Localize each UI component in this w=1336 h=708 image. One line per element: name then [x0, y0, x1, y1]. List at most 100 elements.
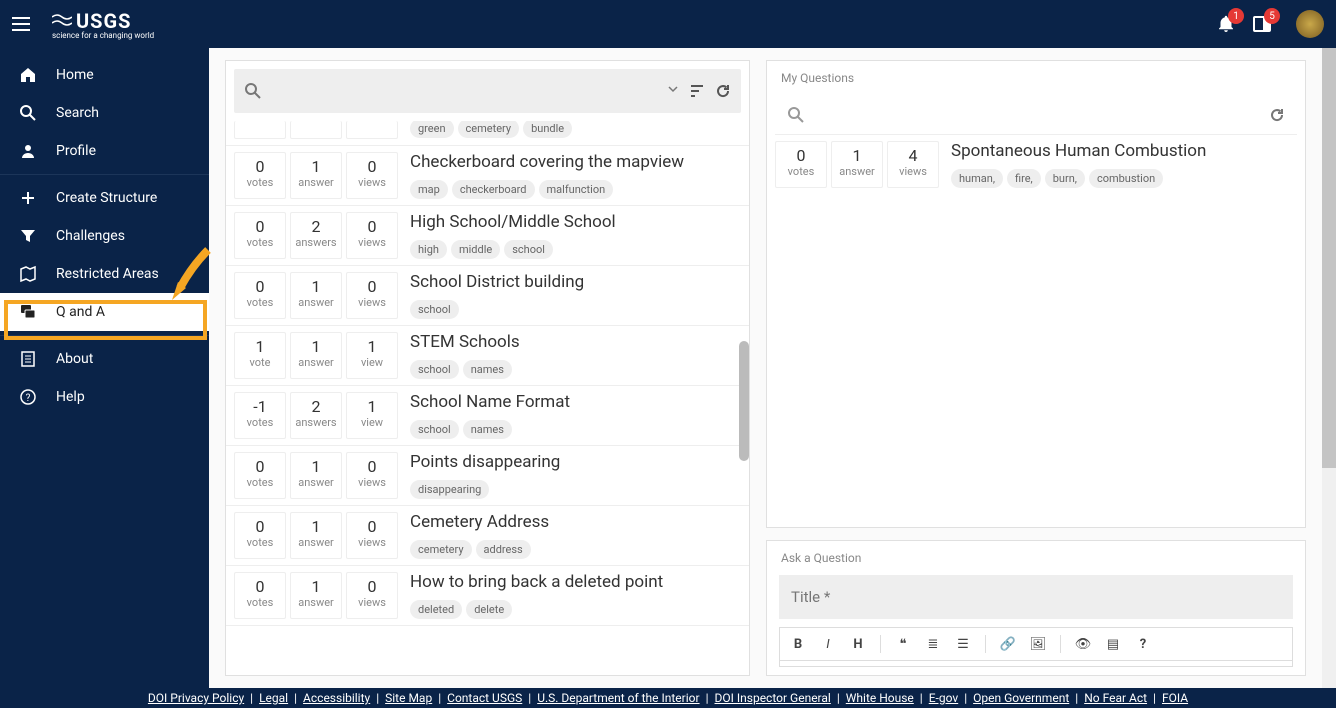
ask-question-panel: Ask a Question B I H ❝ ≣ ☰ 🔗 — [766, 540, 1306, 676]
tag[interactable]: middle — [451, 240, 500, 259]
sort-icon[interactable] — [689, 83, 705, 99]
tag[interactable]: map — [410, 180, 448, 199]
question-row[interactable]: 1vote 1answer 1view STEM Schools schooln… — [226, 326, 749, 386]
footer-link[interactable]: Legal — [259, 691, 288, 705]
tag[interactable]: deleted — [410, 600, 462, 619]
tag[interactable]: green — [410, 121, 454, 138]
editor-toolbar: B I H ❝ ≣ ☰ 🔗 🖼 👁 ▤ ? — [779, 627, 1293, 661]
question-title: Points disappearing — [410, 452, 741, 472]
sidebar-item-label: Profile — [56, 143, 96, 159]
my-questions-search[interactable] — [775, 95, 1297, 135]
tag[interactable]: bundle — [523, 121, 572, 138]
footer-link[interactable]: Site Map — [385, 691, 432, 705]
quote-icon[interactable]: ❝ — [891, 637, 915, 652]
my-question-title: Spontaneous Human Combustion — [951, 141, 1297, 161]
ul-icon[interactable]: ≣ — [921, 637, 945, 652]
footer-link[interactable]: FOIA — [1162, 691, 1188, 705]
image-icon[interactable]: 🖼 — [1026, 637, 1050, 652]
question-row[interactable]: 0votes 1answer 0views Cemetery Address c… — [226, 506, 749, 566]
sidebar-item-label: Challenges — [56, 228, 125, 244]
tag[interactable]: cemetery — [410, 540, 472, 559]
notifications-panel[interactable]: 5 — [1252, 14, 1272, 34]
footer-link[interactable]: E-gov — [929, 691, 958, 705]
heading-icon[interactable]: H — [846, 637, 870, 652]
question-row[interactable]: 0votes 1answer 0views Checkerboard cover… — [226, 146, 749, 206]
ask-title-input[interactable] — [779, 575, 1293, 619]
tag[interactable]: malfunction — [539, 180, 614, 199]
footer-link[interactable]: U.S. Department of the Interior — [537, 691, 699, 705]
tag[interactable]: names — [463, 420, 512, 439]
map-icon — [16, 264, 40, 284]
sidebar-item-plus[interactable]: Create Structure — [0, 179, 209, 217]
sidebar-item-label: Help — [56, 389, 85, 405]
scrollbar-thumb[interactable] — [739, 341, 749, 461]
tag[interactable]: burn, — [1045, 169, 1085, 188]
footer-link[interactable]: DOI Inspector General — [715, 691, 831, 705]
question-row[interactable]: 0votes 1answer 0views Points disappearin… — [226, 446, 749, 506]
panel-badge: 5 — [1264, 8, 1280, 24]
sidebar-item-qa[interactable]: Q and A — [0, 293, 209, 331]
tag[interactable]: school — [410, 360, 459, 379]
question-row[interactable]: 0votes 2answers 0views High School/Middl… — [226, 206, 749, 266]
tag[interactable]: fire, — [1007, 169, 1041, 188]
footer-link[interactable]: No Fear Act — [1084, 691, 1147, 705]
usgs-logo: USGS science for a changing world — [52, 9, 154, 40]
search-icon — [787, 106, 805, 124]
menu-icon[interactable] — [12, 12, 36, 36]
italic-icon[interactable]: I — [816, 637, 840, 652]
avatar[interactable] — [1296, 10, 1324, 38]
notifications-bell[interactable]: 1 — [1216, 14, 1236, 34]
preview-icon[interactable]: 👁 — [1071, 637, 1095, 652]
tag[interactable]: delete — [466, 600, 512, 619]
ol-icon[interactable]: ☰ — [951, 637, 975, 652]
help-icon[interactable]: ? — [1131, 637, 1155, 652]
page-scrollbar[interactable] — [1322, 48, 1336, 688]
question-title: School District building — [410, 272, 741, 292]
wave-icon — [52, 13, 72, 29]
link-icon[interactable]: 🔗 — [996, 637, 1020, 652]
split-icon[interactable]: ▤ — [1101, 637, 1125, 652]
tag[interactable]: disappearing — [410, 480, 489, 499]
my-question-row[interactable]: 0votes 1answer 4views Spontaneous Human … — [767, 135, 1305, 194]
tag[interactable]: checkerboard — [452, 180, 535, 199]
bold-icon[interactable]: B — [786, 637, 810, 652]
sidebar-item-help[interactable]: ? Help — [0, 378, 209, 416]
tag[interactable]: cemetery — [458, 121, 520, 138]
sidebar-item-label: Q and A — [56, 304, 105, 320]
refresh-icon[interactable] — [1269, 107, 1285, 123]
sidebar-item-label: Home — [56, 67, 94, 83]
tag[interactable]: high — [410, 240, 447, 259]
sidebar-item-label: Restricted Areas — [56, 266, 159, 282]
question-row[interactable]: -1votes 2answers 1view School Name Forma… — [226, 386, 749, 446]
sidebar-item-filter[interactable]: Challenges — [0, 217, 209, 255]
question-row[interactable]: 0votes 1answer 0views How to bring back … — [226, 566, 749, 626]
sidebar-item-person[interactable]: Profile — [0, 132, 209, 170]
sidebar-item-home[interactable]: Home — [0, 56, 209, 94]
plus-icon — [16, 188, 40, 208]
tag[interactable]: school — [410, 300, 459, 319]
footer-link[interactable]: White House — [846, 691, 914, 705]
logo-text: USGS — [76, 9, 131, 33]
footer-link[interactable]: Contact USGS — [447, 691, 522, 705]
sidebar-item-about[interactable]: About — [0, 340, 209, 378]
refresh-icon[interactable] — [715, 83, 731, 99]
search-icon — [16, 103, 40, 123]
qa-icon — [16, 302, 40, 322]
footer-link[interactable]: Accessibility — [303, 691, 370, 705]
tag[interactable]: human, — [951, 169, 1003, 188]
help-icon: ? — [16, 387, 40, 407]
tag[interactable]: address — [476, 540, 531, 559]
tag[interactable]: names — [463, 360, 512, 379]
questions-search[interactable] — [234, 69, 741, 113]
tag[interactable]: combustion — [1089, 169, 1163, 188]
tag[interactable]: school — [410, 420, 459, 439]
dropdown-icon[interactable] — [667, 83, 679, 95]
footer-link[interactable]: DOI Privacy Policy — [148, 691, 244, 705]
tag[interactable]: school — [504, 240, 553, 259]
sidebar-item-search[interactable]: Search — [0, 94, 209, 132]
footer-link[interactable]: Open Government — [973, 691, 1069, 705]
question-row[interactable]: 0votes 1answer 0views School District bu… — [226, 266, 749, 326]
sidebar-item-map[interactable]: Restricted Areas — [0, 255, 209, 293]
question-title: School Name Format — [410, 392, 741, 412]
questions-panel: greencemeterybundle 0votes 1answer 0view… — [225, 60, 750, 676]
